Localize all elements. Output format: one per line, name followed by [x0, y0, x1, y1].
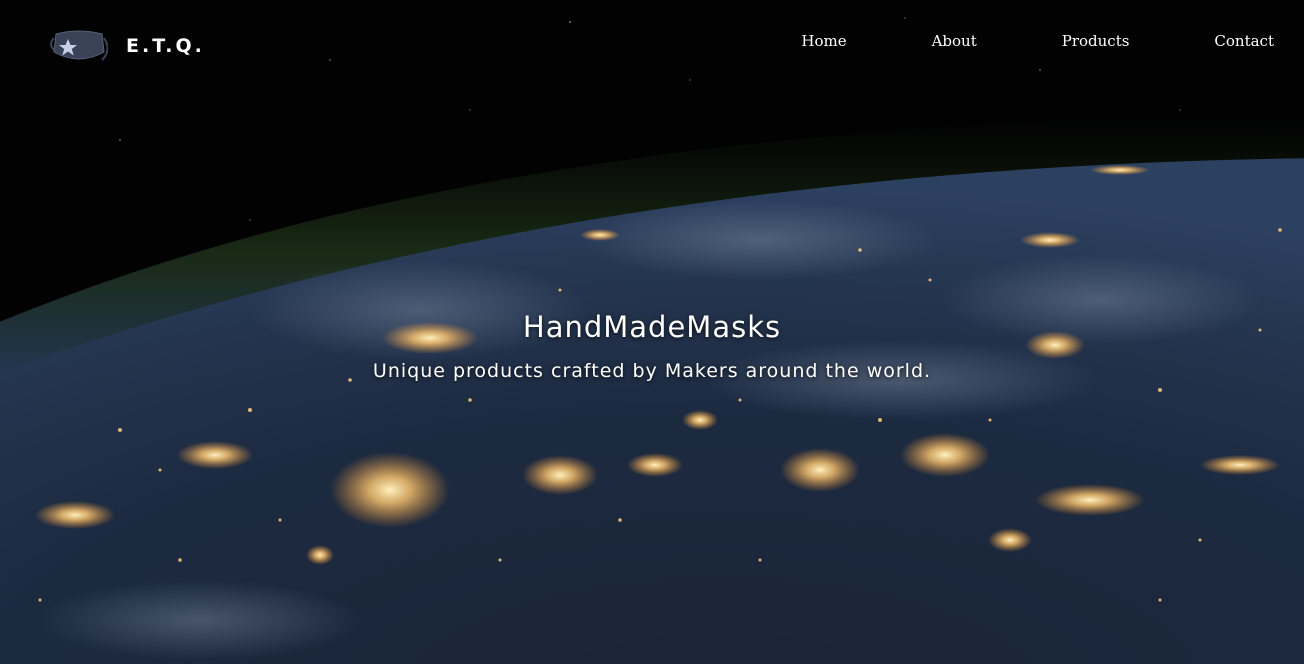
nav-link-contact[interactable]: Contact [1214, 32, 1274, 50]
navbar: E.T.Q. Home About Products Contact [0, 0, 1304, 90]
brand-name[interactable]: E.T.Q. [126, 35, 205, 57]
brand[interactable]: E.T.Q. [50, 26, 205, 66]
hero-title: HandMadeMasks [522, 310, 782, 344]
nav-link-home[interactable]: Home [801, 32, 846, 50]
landing-page: E.T.Q. Home About Products Contact HandM… [0, 0, 1304, 664]
hero-section: HandMadeMasks Unique products crafted by… [0, 310, 1304, 382]
face-mask-star-icon[interactable] [50, 26, 108, 66]
hero-subtitle: Unique products crafted by Makers around… [372, 360, 932, 382]
nav-link-about[interactable]: About [932, 32, 977, 50]
nav-link-products[interactable]: Products [1062, 32, 1130, 50]
main-nav: Home About Products Contact [801, 32, 1274, 50]
